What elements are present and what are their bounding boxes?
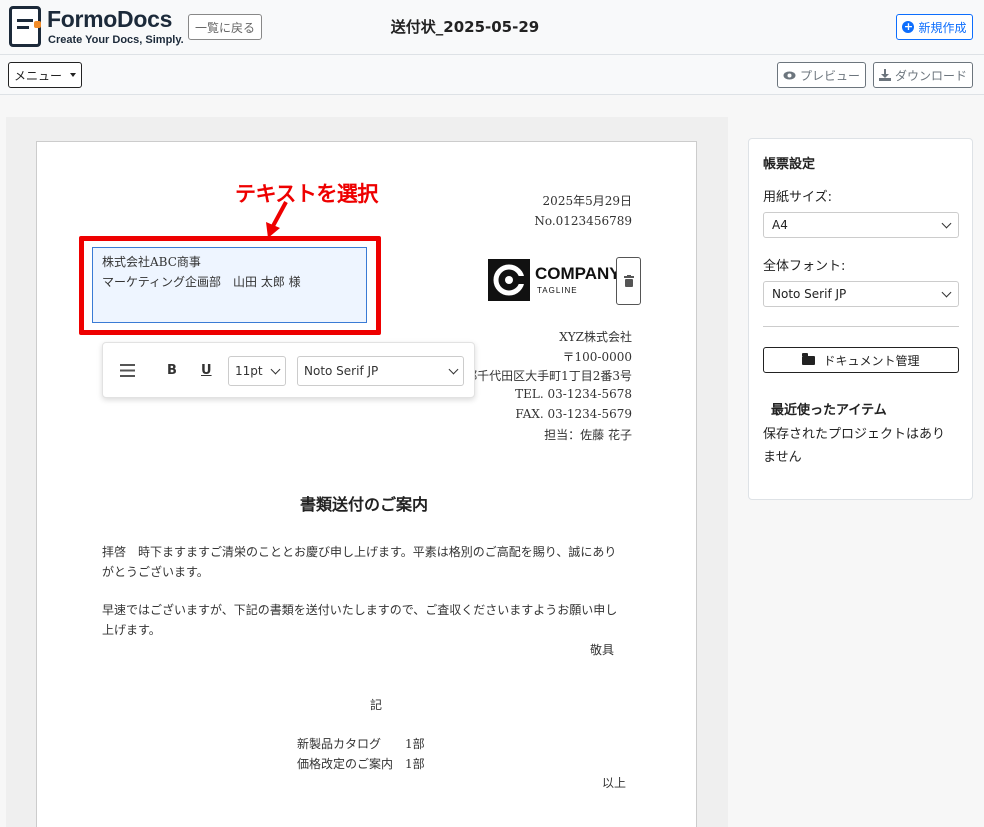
sender-company[interactable]: XYZ株式会社 bbox=[460, 328, 632, 345]
recent-empty-message-line-1: 保存されたプロジェクトはあり bbox=[763, 427, 946, 442]
enclosure-item[interactable]: 価格改定のご案内 1部 bbox=[297, 755, 425, 772]
company-logo-icon[interactable] bbox=[488, 259, 530, 301]
preview-label: プレビュー bbox=[799, 68, 860, 83]
formodocs-logo-icon[interactable] bbox=[9, 6, 41, 47]
document-manager-label: ドキュメント管理 bbox=[823, 353, 920, 368]
body-paragraph-2-line-1[interactable]: 早速ではございますが、下記の書類を送付いたしますので、ご査収くださいますようお願… bbox=[102, 601, 617, 618]
enclosure-item[interactable]: 新製品カタログ 1部 bbox=[297, 735, 425, 752]
download-label: ダウンロード bbox=[894, 68, 967, 83]
document-title: 送付状_2025-05-29 bbox=[390, 18, 540, 36]
ki-heading[interactable]: 記 bbox=[370, 696, 382, 713]
sender-tel[interactable]: TEL. 03-1234-5678 bbox=[460, 387, 632, 401]
chevron-down-icon bbox=[270, 364, 281, 374]
recent-empty-message-line-2: ません bbox=[763, 450, 802, 465]
body-paragraph-2-line-2[interactable]: 上げます。 bbox=[102, 621, 161, 638]
new-document-label: 新規作成 bbox=[918, 20, 967, 35]
end-text[interactable]: 以上 bbox=[602, 774, 626, 791]
brand-tagline: Create Your Docs, Simply. bbox=[48, 34, 184, 46]
trash-icon bbox=[623, 275, 634, 287]
font-size-value: 11pt bbox=[235, 364, 263, 378]
eye-icon bbox=[783, 71, 796, 79]
recipient-person[interactable]: マーケティング企画部 山田 太郎 様 bbox=[102, 273, 301, 290]
sub-toolbar: メニュー プレビュー ダウンロード bbox=[0, 55, 984, 95]
text-format-toolbar: B U 11pt Noto Serif JP bbox=[102, 342, 475, 398]
settings-heading: 帳票設定 bbox=[763, 157, 816, 172]
body-paragraph-1-line-2[interactable]: がとうございます。 bbox=[102, 563, 209, 580]
download-icon bbox=[878, 69, 891, 81]
recipient-company[interactable]: 株式会社ABC商事 bbox=[102, 253, 201, 270]
plus-circle-icon: + bbox=[902, 20, 915, 33]
brand-name[interactable]: FormoDocs bbox=[47, 6, 172, 33]
underline-button[interactable]: U bbox=[201, 363, 212, 378]
font-family-value: Noto Serif JP bbox=[304, 364, 379, 378]
divider bbox=[763, 326, 959, 327]
body-paragraph-1-line-1[interactable]: 拝啓 時下ますますご清栄のこととお慶び申し上げます。平素は格別のご高配を賜り、誠… bbox=[102, 543, 616, 560]
back-to-list-button[interactable]: 一覧に戻る bbox=[188, 14, 262, 40]
paper-size-select[interactable]: A4 bbox=[763, 212, 959, 238]
document-manager-button[interactable]: ドキュメント管理 bbox=[763, 347, 959, 373]
chevron-down-icon bbox=[941, 218, 952, 228]
recent-items-heading: 最近使ったアイテム bbox=[771, 403, 887, 418]
annotation-arrow-icon bbox=[266, 201, 288, 238]
closing-text[interactable]: 敬具 bbox=[590, 641, 614, 658]
font-family-select[interactable]: Noto Serif JP bbox=[297, 356, 464, 386]
folder-icon bbox=[802, 352, 816, 365]
global-font-select[interactable]: Noto Serif JP bbox=[763, 281, 959, 307]
annotation-label: テキストを選択 bbox=[235, 182, 378, 206]
menu-label: メニュー bbox=[13, 68, 62, 83]
recipient-text-box[interactable]: 株式会社ABC商事 マーケティング企画部 山田 太郎 様 bbox=[92, 247, 367, 323]
sender-fax[interactable]: FAX. 03-1234-5679 bbox=[460, 407, 632, 421]
document-number[interactable]: No.0123456789 bbox=[480, 214, 632, 228]
document-date[interactable]: 2025年5月29日 bbox=[480, 192, 632, 209]
preview-button[interactable]: プレビュー bbox=[777, 62, 866, 88]
delete-logo-button[interactable] bbox=[616, 257, 641, 305]
company-logo-tagline: TAGLINE bbox=[537, 286, 578, 295]
top-bar: FormoDocs Create Your Docs, Simply. 一覧に戻… bbox=[0, 0, 984, 55]
sender-contact[interactable]: 担当：佐藤 花子 bbox=[460, 426, 632, 443]
new-document-button[interactable]: + 新規作成 bbox=[896, 14, 973, 40]
global-font-value: Noto Serif JP bbox=[772, 287, 847, 301]
document-heading[interactable]: 書類送付のご案内 bbox=[300, 491, 428, 515]
menu-dropdown-button[interactable]: メニュー bbox=[8, 62, 82, 88]
sender-postal[interactable]: 〒100-0000 bbox=[460, 348, 633, 365]
paper-size-label: 用紙サイズ: bbox=[763, 190, 832, 205]
chevron-down-icon bbox=[941, 287, 952, 297]
align-icon[interactable] bbox=[120, 364, 135, 377]
paper-size-value: A4 bbox=[772, 218, 788, 232]
company-logo-name: COMPANY bbox=[535, 264, 621, 283]
download-button[interactable]: ダウンロード bbox=[873, 62, 973, 88]
caret-down-icon bbox=[70, 73, 76, 77]
chevron-down-icon bbox=[448, 364, 459, 374]
settings-panel: 帳票設定 用紙サイズ: A4 全体フォント: Noto Serif JP ドキュ… bbox=[748, 138, 973, 500]
bold-button[interactable]: B bbox=[167, 363, 177, 378]
font-size-select[interactable]: 11pt bbox=[228, 356, 286, 386]
global-font-label: 全体フォント: bbox=[763, 259, 846, 274]
